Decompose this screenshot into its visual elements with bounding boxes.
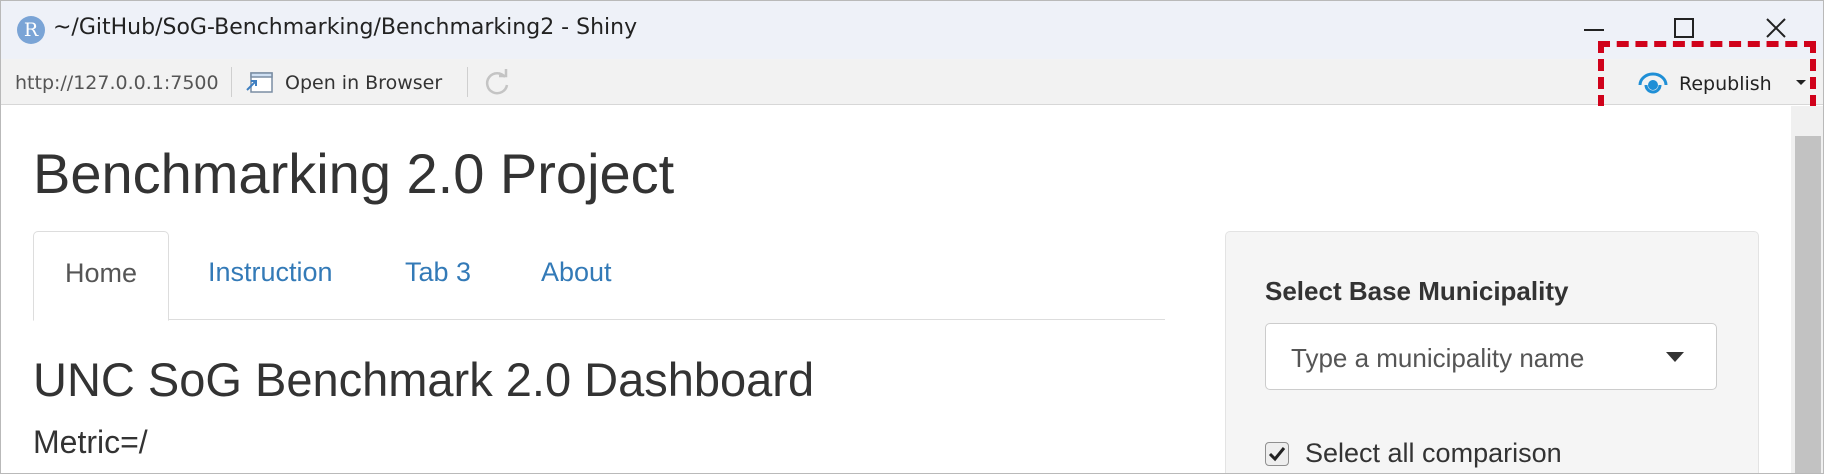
r-app-icon: R [17,16,45,44]
open-in-browser-button[interactable]: Open in Browser [245,68,442,98]
scrollbar-thumb[interactable] [1795,136,1821,473]
page-title: Benchmarking 2.0 Project [33,142,675,205]
nav-tabs: Home Instruction Tab 3 About [33,231,1165,321]
toolbar-separator [231,67,232,97]
select-all-checkbox[interactable] [1265,442,1289,466]
metric-text: Metric=/ [33,424,148,460]
select-all-label: Select all comparison [1305,438,1562,468]
refresh-button[interactable] [481,67,513,99]
tab-about[interactable]: About [541,231,612,320]
tab-tab-3[interactable]: Tab 3 [405,231,471,320]
toolbar-separator [467,67,468,97]
checkmark-icon [1268,447,1286,462]
dashboard-title: UNC SoG Benchmark 2.0 Dashboard [33,353,815,406]
caret-down-icon [1666,352,1684,362]
title-bar: R ~/GitHub/SoG-Benchmarking/Benchmarking… [1,1,1823,59]
tab-instruction[interactable]: Instruction [208,231,333,320]
viewer-toolbar: http://127.0.0.1:7500 Open in Browser Re… [1,59,1823,105]
sidebar-panel: Select Base Municipality Type a municipa… [1225,231,1759,473]
refresh-icon [485,69,509,95]
shiny-app-content: Benchmarking 2.0 Project Home Instructio… [1,106,1791,473]
tab-home[interactable]: Home [33,231,170,321]
open-in-browser-icon [246,72,273,93]
window-title: ~/GitHub/SoG-Benchmarking/Benchmarking2 … [53,15,638,40]
open-in-browser-label: Open in Browser [285,72,443,94]
municipality-select-placeholder: Type a municipality name [1291,343,1585,373]
municipality-select[interactable]: Type a municipality name [1265,323,1717,390]
base-municipality-label: Select Base Municipality [1265,276,1569,306]
url-display: http://127.0.0.1:7500 [15,72,219,94]
rstudio-shiny-window: R ~/GitHub/SoG-Benchmarking/Benchmarking… [0,0,1824,474]
